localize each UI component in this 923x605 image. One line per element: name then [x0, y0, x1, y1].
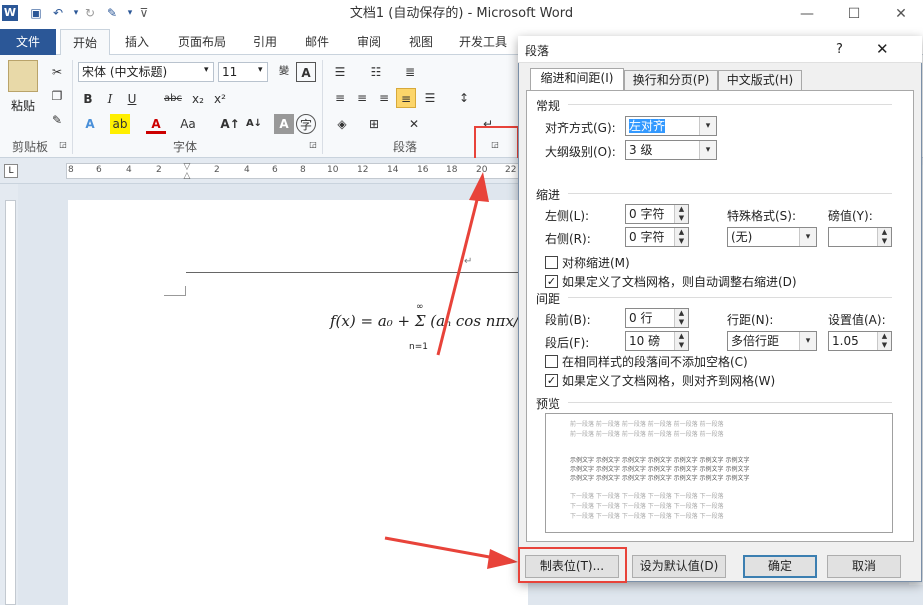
mirror-indent-label: 对称缩进(M)	[562, 256, 630, 270]
preview-sample-text: 示例文字 示例文字 示例文字 示例文字 示例文字 示例文字 示例文字	[570, 457, 750, 464]
before-label: 段前(B):	[545, 313, 591, 327]
preview-sample-text: 示例文字 示例文字 示例文字 示例文字 示例文字 示例文字 示例文字	[570, 475, 750, 482]
outline-dropdown-icon[interactable]: ▾	[699, 141, 716, 159]
cancel-button[interactable]: 取消	[827, 555, 901, 578]
preview-previous-text: 前一段落 前一段落 前一段落 前一段落 前一段落 前一段落	[570, 421, 724, 428]
by-label: 磅值(Y):	[828, 209, 873, 223]
at-label: 设置值(A):	[828, 313, 886, 327]
tab-indents-spacing[interactable]: 缩进和间距(I)	[530, 68, 624, 90]
alignment-value: 左对齐	[629, 119, 666, 133]
before-spinner-icon[interactable]: ▲ ▼	[674, 309, 688, 327]
dialog-close-button[interactable]: ✕	[876, 40, 889, 58]
preview-next-text: 下一段落 下一段落 下一段落 下一段落 下一段落 下一段落	[570, 503, 724, 510]
section-divider	[568, 402, 892, 403]
arrow-up-line	[436, 195, 480, 356]
help-button[interactable]: ?	[836, 42, 843, 57]
after-spinner-icon[interactable]: ▲ ▼	[674, 332, 688, 350]
ok-button[interactable]: 确定	[743, 555, 817, 578]
preview-next-text: 下一段落 下一段落 下一段落 下一段落 下一段落 下一段落	[570, 513, 724, 520]
after-label: 段后(F):	[545, 336, 590, 350]
dialog-title: 段落	[525, 44, 550, 58]
section-preview: 预览	[536, 397, 561, 411]
section-divider	[568, 104, 892, 105]
highlight-box-tabs	[518, 547, 627, 583]
section-divider	[568, 297, 892, 298]
snap-grid-checkbox[interactable]: ✓	[545, 374, 558, 387]
no-space-label: 在相同样式的段落间不添加空格(C)	[562, 355, 748, 369]
alignment-dropdown-icon[interactable]: ▾	[699, 117, 716, 135]
preview-next-text: 下一段落 下一段落 下一段落 下一段落 下一段落 下一段落	[570, 493, 724, 500]
section-spacing: 间距	[536, 292, 561, 306]
by-spinner-icon[interactable]: ▲ ▼	[877, 228, 891, 246]
special-dropdown-icon[interactable]: ▾	[799, 228, 816, 246]
arrow-right-line	[384, 536, 496, 560]
line-spacing-label: 行距(N):	[727, 313, 774, 327]
mirror-indent-checkbox[interactable]	[545, 256, 558, 269]
alignment-label: 对齐方式(G):	[545, 121, 616, 135]
tab-asian-typography[interactable]: 中文版式(H)	[718, 70, 802, 90]
special-label: 特殊格式(S):	[727, 209, 797, 223]
right-indent-label: 右侧(R):	[545, 232, 591, 246]
section-indentation: 缩进	[536, 188, 561, 202]
set-default-button[interactable]: 设为默认值(D)	[632, 555, 726, 578]
left-indent-spinner-icon[interactable]: ▲ ▼	[674, 205, 688, 223]
grid-auto-checkbox[interactable]: ✓	[545, 275, 558, 288]
at-spinner-icon[interactable]: ▲ ▼	[877, 332, 891, 350]
tab-line-page-breaks[interactable]: 换行和分页(P)	[624, 70, 718, 90]
line-spacing-dropdown-icon[interactable]: ▾	[799, 332, 816, 350]
preview-sample-text: 示例文字 示例文字 示例文字 示例文字 示例文字 示例文字 示例文字	[570, 466, 750, 473]
outline-label: 大纲级别(O):	[545, 145, 616, 159]
dialog-titlebar	[518, 36, 922, 63]
preview-previous-text: 前一段落 前一段落 前一段落 前一段落 前一段落 前一段落	[570, 431, 724, 438]
right-indent-spinner-icon[interactable]: ▲ ▼	[674, 228, 688, 246]
section-divider	[568, 193, 892, 194]
no-space-checkbox[interactable]	[545, 355, 558, 368]
grid-auto-label: 如果定义了文档网格，则自动调整右缩进(D)	[562, 275, 797, 289]
arrow-up-head	[469, 172, 489, 202]
arrow-right-head	[487, 549, 518, 569]
section-general: 常规	[536, 99, 561, 113]
snap-grid-label: 如果定义了文档网格，则对齐到网格(W)	[562, 374, 776, 388]
left-indent-label: 左侧(L):	[545, 209, 590, 223]
